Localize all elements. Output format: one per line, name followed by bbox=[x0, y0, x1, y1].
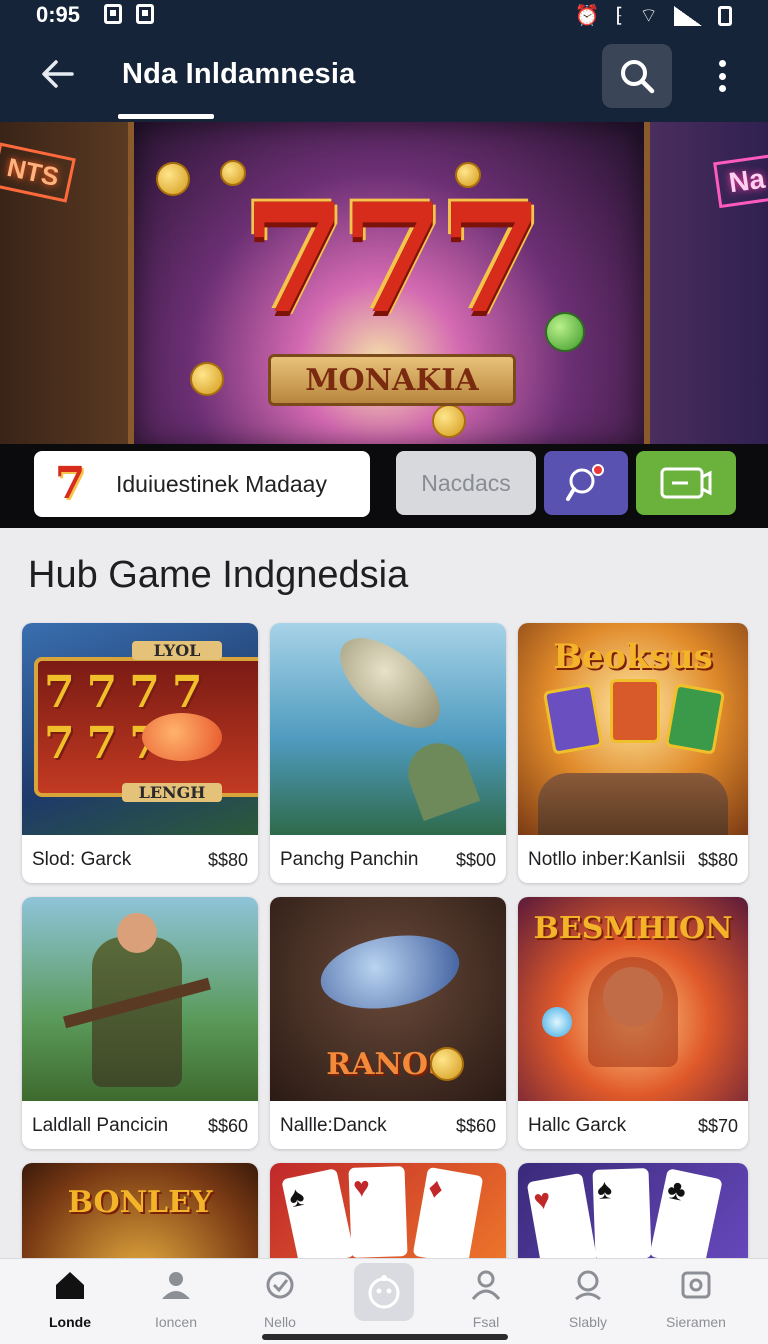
game-thumbnail: 7777 7777 LYOL LENGH bbox=[22, 623, 258, 835]
playing-card-icon: ♥ bbox=[348, 1166, 408, 1258]
game-card-fish-gold[interactable]: RANOS Nallle:Danck $$60 bbox=[270, 897, 506, 1149]
game-price: $$70 bbox=[697, 1115, 738, 1136]
game-name: Slod: Garck bbox=[32, 849, 132, 870]
title-underline bbox=[118, 114, 214, 119]
playing-card-icon: ♠ bbox=[592, 1168, 652, 1260]
fish-icon bbox=[314, 925, 466, 1019]
more-dot-icon bbox=[718, 85, 726, 92]
nav-item-profile[interactable]: Ioncen bbox=[126, 1269, 226, 1330]
home-indicator[interactable] bbox=[262, 1334, 508, 1340]
person-icon bbox=[162, 1272, 190, 1299]
promo-button[interactable]: Nacdacs bbox=[396, 451, 536, 515]
camera-icon bbox=[681, 1271, 711, 1299]
game-price: $$60 bbox=[455, 1115, 496, 1136]
game-card-fishing[interactable]: Panchg Panchin $$00 bbox=[270, 623, 506, 883]
game-card-slot[interactable]: 7777 7777 LYOL LENGH Slod: Garck $$80 bbox=[22, 623, 258, 883]
notification-icon bbox=[104, 4, 122, 24]
game-price: $$60 bbox=[207, 1115, 248, 1136]
card-icon bbox=[542, 683, 604, 755]
fish-icon bbox=[142, 713, 222, 761]
art-title: RANOS bbox=[326, 1047, 450, 1082]
nav-item-camera[interactable]: Sieramen bbox=[646, 1269, 746, 1330]
coin-icon bbox=[190, 362, 224, 396]
art-title: BONLEY bbox=[67, 1185, 213, 1220]
promo-input-text: Iduiuestinek Madaay bbox=[116, 470, 327, 497]
coin-icon bbox=[430, 1047, 464, 1081]
game-thumbnail: RANOS bbox=[270, 897, 506, 1101]
search-icon bbox=[621, 60, 655, 94]
home-icon bbox=[56, 1272, 84, 1299]
nav-item-home[interactable]: Londe bbox=[20, 1269, 120, 1330]
vibrate-icon: ⁅ bbox=[615, 5, 624, 27]
hero-ribbon: MONAKIA bbox=[268, 354, 516, 406]
game-price: $$00 bbox=[455, 849, 496, 870]
back-button[interactable] bbox=[38, 54, 78, 94]
search-person-icon bbox=[575, 1270, 601, 1301]
game-price: $$80 bbox=[207, 849, 248, 870]
more-options-button[interactable] bbox=[708, 54, 736, 98]
page-title: Nda Inldamnesia bbox=[122, 58, 356, 90]
playing-card-icon: ♥ bbox=[526, 1172, 598, 1272]
coin-icon bbox=[220, 160, 246, 186]
status-bar: 0:95 ⏰ ⁅ ⌔ bbox=[0, 0, 768, 30]
more-dot-icon bbox=[718, 72, 726, 80]
playing-card-icon: ♦ bbox=[412, 1166, 484, 1266]
ping-pong-button[interactable] bbox=[544, 451, 628, 515]
game-name: Notllo inber:Kanlsii bbox=[528, 849, 686, 870]
magic-orb-icon bbox=[542, 1007, 572, 1037]
game-price: $$80 bbox=[697, 849, 738, 870]
game-thumbnail: Beoksus bbox=[518, 623, 748, 835]
status-time: 0:95 bbox=[36, 2, 81, 27]
game-name: Laldlall Pancicin bbox=[32, 1115, 169, 1136]
coin-icon bbox=[545, 312, 585, 352]
playing-card-icon: ♠ bbox=[281, 1168, 355, 1268]
game-name: Hallc Garck bbox=[528, 1115, 627, 1136]
wifi-icon: ⌔ bbox=[639, 5, 658, 27]
game-thumbnail bbox=[22, 897, 258, 1101]
storage-icon bbox=[136, 4, 154, 24]
game-card-hunter[interactable]: Laldlall Pancicin $$60 bbox=[22, 897, 258, 1149]
coin-icon bbox=[455, 162, 481, 188]
game-thumbnail bbox=[270, 623, 506, 835]
ping-pong-icon bbox=[566, 464, 604, 501]
fish-icon bbox=[324, 623, 456, 745]
coin-icon bbox=[156, 162, 190, 196]
game-thumbnail: BESMHION bbox=[518, 897, 748, 1101]
coin-icon bbox=[432, 404, 466, 438]
nav-center-button[interactable] bbox=[354, 1263, 414, 1321]
art-subtitle: LENGH bbox=[122, 783, 222, 802]
nav-item-badge[interactable]: Nello bbox=[230, 1269, 330, 1330]
neon-sign-right: Na bbox=[713, 153, 768, 209]
bottom-navigation: Londe Ioncen Nello Fsal Slably Sieramen bbox=[0, 1258, 768, 1344]
signal-icon bbox=[674, 5, 702, 26]
seven-logo-icon: 7 bbox=[54, 458, 86, 509]
nav-item-search-people[interactable]: Slably bbox=[538, 1269, 638, 1330]
alarm-icon: ⏰ bbox=[574, 5, 600, 27]
battery-icon bbox=[718, 5, 732, 26]
nav-item-user[interactable]: Fsal bbox=[436, 1269, 536, 1330]
card-icon bbox=[664, 683, 726, 755]
ticket-icon bbox=[660, 467, 712, 499]
game-card-heroine[interactable]: BESMHION Hallc Garck $$70 bbox=[518, 897, 748, 1149]
arrow-left-icon bbox=[42, 60, 74, 88]
art-title: Beoksus bbox=[553, 637, 713, 677]
more-dot-icon bbox=[718, 60, 726, 67]
section-title: Hub Game Indgnedsia bbox=[28, 554, 409, 596]
art-title: BESMHION bbox=[533, 911, 733, 946]
game-card-bonus[interactable]: Beoksus Notllo inber:Kanlsii $$80 bbox=[518, 623, 748, 883]
art-title: LYOL bbox=[132, 641, 222, 660]
playing-card-icon: ♣ bbox=[649, 1168, 723, 1268]
ticket-button[interactable] bbox=[636, 451, 736, 515]
user-icon bbox=[471, 1270, 501, 1300]
card-icon bbox=[610, 679, 660, 743]
game-name: Nallle:Danck bbox=[280, 1115, 387, 1136]
promo-input[interactable]: 7 Iduiuestinek Madaay bbox=[34, 451, 370, 517]
search-button[interactable] bbox=[602, 44, 672, 108]
game-name: Panchg Panchin bbox=[280, 849, 419, 870]
badge-icon bbox=[266, 1271, 294, 1299]
face-icon bbox=[368, 1275, 400, 1309]
hero-big-number: 777 bbox=[242, 171, 543, 347]
app-bar: Nda Inldamnesia bbox=[0, 30, 768, 122]
